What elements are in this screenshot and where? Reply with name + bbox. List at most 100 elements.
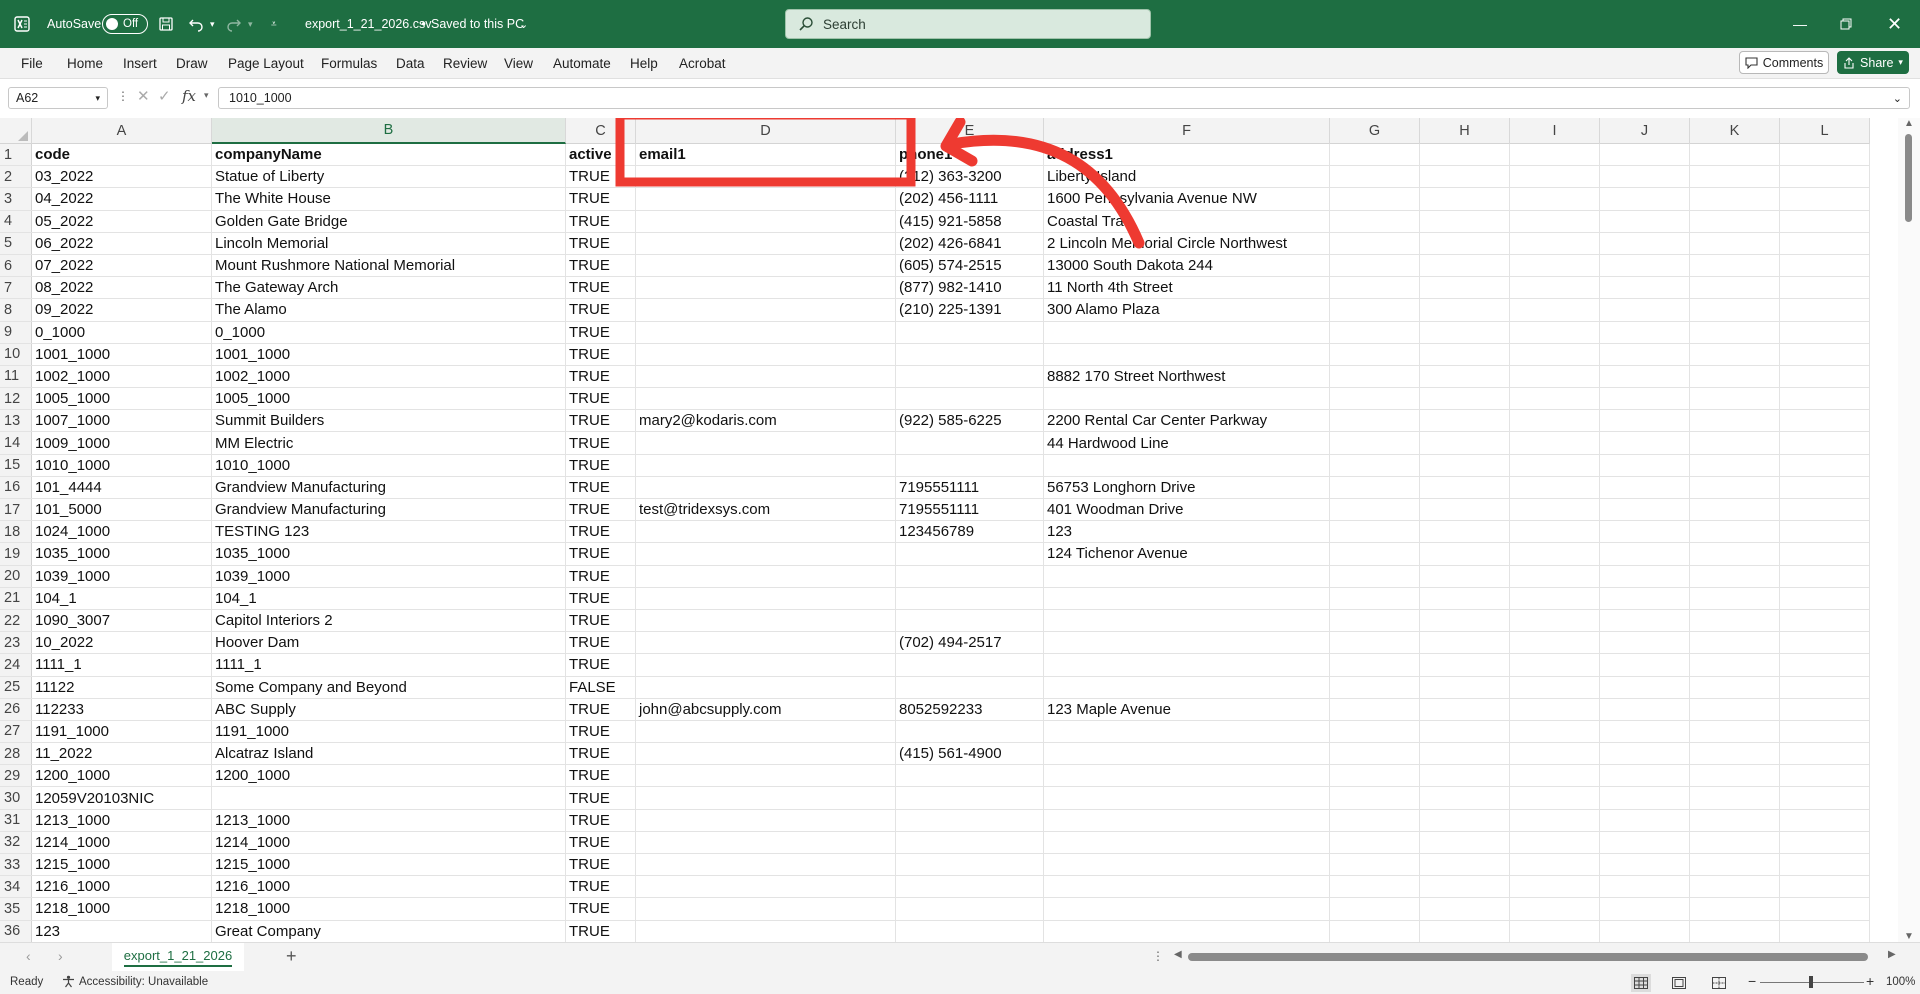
cell-active[interactable]: TRUE: [566, 565, 636, 587]
cell-empty[interactable]: [1510, 809, 1600, 831]
cell-address[interactable]: [1044, 654, 1330, 676]
cell-empty[interactable]: [1330, 365, 1420, 388]
cell-empty[interactable]: [1690, 743, 1780, 765]
cell-empty[interactable]: [1330, 876, 1420, 898]
cell-email[interactable]: [636, 831, 896, 853]
cell-email[interactable]: [636, 765, 896, 787]
cell-empty[interactable]: [1780, 365, 1870, 388]
cell-active[interactable]: TRUE: [566, 166, 636, 188]
cell-address[interactable]: 44 Hardwood Line: [1044, 432, 1330, 454]
cell-phone[interactable]: 123456789: [896, 521, 1044, 543]
cell-empty[interactable]: [1690, 876, 1780, 898]
cell-phone[interactable]: [896, 565, 1044, 587]
cell-active[interactable]: TRUE: [566, 787, 636, 809]
cell-empty[interactable]: [1510, 476, 1600, 498]
row-number[interactable]: 31: [0, 809, 32, 831]
cell-company-name[interactable]: Summit Builders: [212, 410, 566, 432]
cell-company-name[interactable]: 1111_1: [212, 654, 566, 676]
cell-empty[interactable]: [1330, 543, 1420, 565]
cell-code[interactable]: 1005_1000: [32, 388, 212, 410]
cell-empty[interactable]: [1510, 188, 1600, 210]
cell-empty[interactable]: [1420, 343, 1510, 365]
cell-address[interactable]: [1044, 720, 1330, 743]
row-number[interactable]: 20: [0, 565, 32, 587]
cell-address[interactable]: 56753 Longhorn Drive: [1044, 476, 1330, 498]
cell-address[interactable]: [1044, 876, 1330, 898]
cell-email[interactable]: [636, 388, 896, 410]
cell-empty[interactable]: [1780, 543, 1870, 565]
insert-function-icon[interactable]: fx: [182, 87, 196, 105]
cell-code[interactable]: 1215_1000: [32, 854, 212, 876]
close-icon[interactable]: ✕: [1887, 0, 1902, 48]
confirm-entry-icon[interactable]: ✓: [158, 87, 171, 105]
row-number[interactable]: 22: [0, 609, 32, 632]
cell-address[interactable]: [1044, 920, 1330, 942]
cell-phone[interactable]: (212) 363-3200: [896, 166, 1044, 188]
cell-code[interactable]: 1007_1000: [32, 410, 212, 432]
cell-empty[interactable]: [1780, 854, 1870, 876]
cell-empty[interactable]: [1330, 831, 1420, 853]
row-number[interactable]: 25: [0, 676, 32, 698]
cell-phone[interactable]: (415) 561-4900: [896, 743, 1044, 765]
cell-company-name[interactable]: 1035_1000: [212, 543, 566, 565]
cell-empty[interactable]: [1690, 343, 1780, 365]
cell-empty[interactable]: [1330, 743, 1420, 765]
cell-company-name[interactable]: 1213_1000: [212, 809, 566, 831]
cell-empty[interactable]: [1420, 410, 1510, 432]
cell-company-name[interactable]: The Alamo: [212, 299, 566, 321]
cell-empty[interactable]: [1690, 144, 1780, 166]
cell-code[interactable]: 1001_1000: [32, 343, 212, 365]
cell-empty[interactable]: [1420, 521, 1510, 543]
cell-empty[interactable]: [1690, 388, 1780, 410]
cell-active[interactable]: active: [566, 144, 636, 166]
column-header-j[interactable]: J: [1600, 118, 1690, 144]
cell-empty[interactable]: [1330, 565, 1420, 587]
cell-phone[interactable]: [896, 343, 1044, 365]
cell-empty[interactable]: [1600, 343, 1690, 365]
cell-company-name[interactable]: 1001_1000: [212, 343, 566, 365]
cell-code[interactable]: 0_1000: [32, 321, 212, 343]
row-number[interactable]: 9: [0, 321, 32, 343]
column-header-d[interactable]: D: [636, 118, 896, 144]
cell-empty[interactable]: [1510, 521, 1600, 543]
cell-email[interactable]: [636, 476, 896, 498]
cell-address[interactable]: [1044, 343, 1330, 365]
cell-empty[interactable]: [1780, 654, 1870, 676]
sheet-tab-active[interactable]: export_1_21_2026: [112, 943, 244, 971]
cell-phone[interactable]: [896, 676, 1044, 698]
cell-code[interactable]: 112233: [32, 698, 212, 720]
cell-empty[interactable]: [1780, 831, 1870, 853]
cell-empty[interactable]: [1420, 854, 1510, 876]
cell-active[interactable]: TRUE: [566, 388, 636, 410]
cell-phone[interactable]: [896, 587, 1044, 609]
cell-empty[interactable]: [1330, 654, 1420, 676]
cell-email[interactable]: [636, 854, 896, 876]
cell-empty[interactable]: [1330, 343, 1420, 365]
cell-empty[interactable]: [1690, 787, 1780, 809]
cell-empty[interactable]: [1690, 188, 1780, 210]
cell-empty[interactable]: [1420, 765, 1510, 787]
cell-empty[interactable]: [1510, 454, 1600, 476]
cell-empty[interactable]: [1510, 676, 1600, 698]
cell-email[interactable]: [636, 454, 896, 476]
cell-code[interactable]: 1111_1: [32, 654, 212, 676]
cell-empty[interactable]: [1510, 321, 1600, 343]
more-options-icon[interactable]: ⋮: [117, 89, 129, 103]
cell-address[interactable]: 13000 South Dakota 244: [1044, 254, 1330, 277]
cell-empty[interactable]: [1690, 831, 1780, 853]
cell-code[interactable]: 1214_1000: [32, 831, 212, 853]
cell-empty[interactable]: [1600, 299, 1690, 321]
cell-company-name[interactable]: 104_1: [212, 587, 566, 609]
cell-phone[interactable]: [896, 720, 1044, 743]
cell-empty[interactable]: [1690, 676, 1780, 698]
excel-logo-icon[interactable]: [14, 0, 32, 48]
save-icon[interactable]: [158, 0, 174, 48]
row-number[interactable]: 26: [0, 698, 32, 720]
cell-empty[interactable]: [1690, 432, 1780, 454]
cell-empty[interactable]: [1780, 299, 1870, 321]
cell-empty[interactable]: [1690, 720, 1780, 743]
cell-company-name[interactable]: Great Company: [212, 920, 566, 942]
cell-empty[interactable]: [1780, 521, 1870, 543]
tab-view[interactable]: View: [504, 48, 533, 79]
cell-empty[interactable]: [1690, 210, 1780, 232]
